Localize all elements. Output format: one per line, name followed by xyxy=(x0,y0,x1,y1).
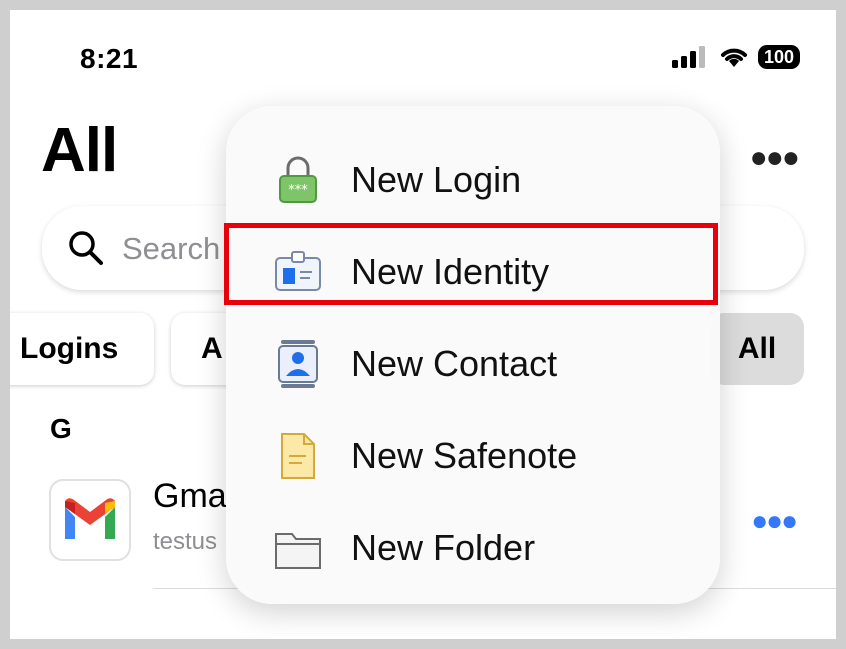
chip-logins[interactable]: Logins xyxy=(10,313,154,385)
app-screen: 8:21 100 All ●●● Search Logins A All G G… xyxy=(10,10,836,639)
highlight-box xyxy=(224,223,718,305)
menu-item-new-contact[interactable]: New Contact xyxy=(226,318,720,410)
contact-icon xyxy=(278,340,318,388)
battery-indicator: 100 xyxy=(757,45,800,69)
menu-item-label: New Folder xyxy=(351,527,536,568)
status-time: 8:21 xyxy=(80,43,139,74)
folder-icon xyxy=(275,533,321,569)
menu-item-new-login[interactable]: *** New Login xyxy=(226,134,720,226)
chip-label: All xyxy=(737,332,777,365)
chip-label: Logins xyxy=(20,332,119,365)
note-icon xyxy=(281,433,315,479)
cellular-signal-icon xyxy=(671,46,705,68)
device-frame: 8:21 100 All ●●● Search Logins A All G G… xyxy=(0,0,846,649)
menu-item-new-folder[interactable]: New Folder xyxy=(226,502,720,594)
chip-all[interactable]: All xyxy=(710,313,804,385)
search-icon xyxy=(69,231,103,265)
new-item-menu: *** New Login New Identity New Contact N… xyxy=(226,106,720,604)
search-placeholder: Search xyxy=(122,231,221,266)
menu-item-label: New Login xyxy=(351,159,522,200)
list-item-subtitle: testus xyxy=(153,528,218,555)
section-header: G xyxy=(50,413,72,444)
list-item-title[interactable]: Gma xyxy=(153,477,227,516)
gmail-logo-icon xyxy=(49,479,131,561)
more-options-icon[interactable]: ●●● xyxy=(750,141,800,175)
menu-item-new-safenote[interactable]: New Safenote xyxy=(226,410,720,502)
wifi-icon xyxy=(720,48,747,67)
menu-item-label: New Contact xyxy=(351,343,558,384)
lock-icon: *** xyxy=(279,156,317,203)
chip-label: A xyxy=(201,332,223,365)
svg-text:***: *** xyxy=(288,183,308,198)
page-title: All xyxy=(41,116,118,185)
status-icons: 100 xyxy=(671,45,800,69)
item-more-icon[interactable]: ●●● xyxy=(751,505,798,537)
menu-item-label: New Safenote xyxy=(351,435,578,476)
